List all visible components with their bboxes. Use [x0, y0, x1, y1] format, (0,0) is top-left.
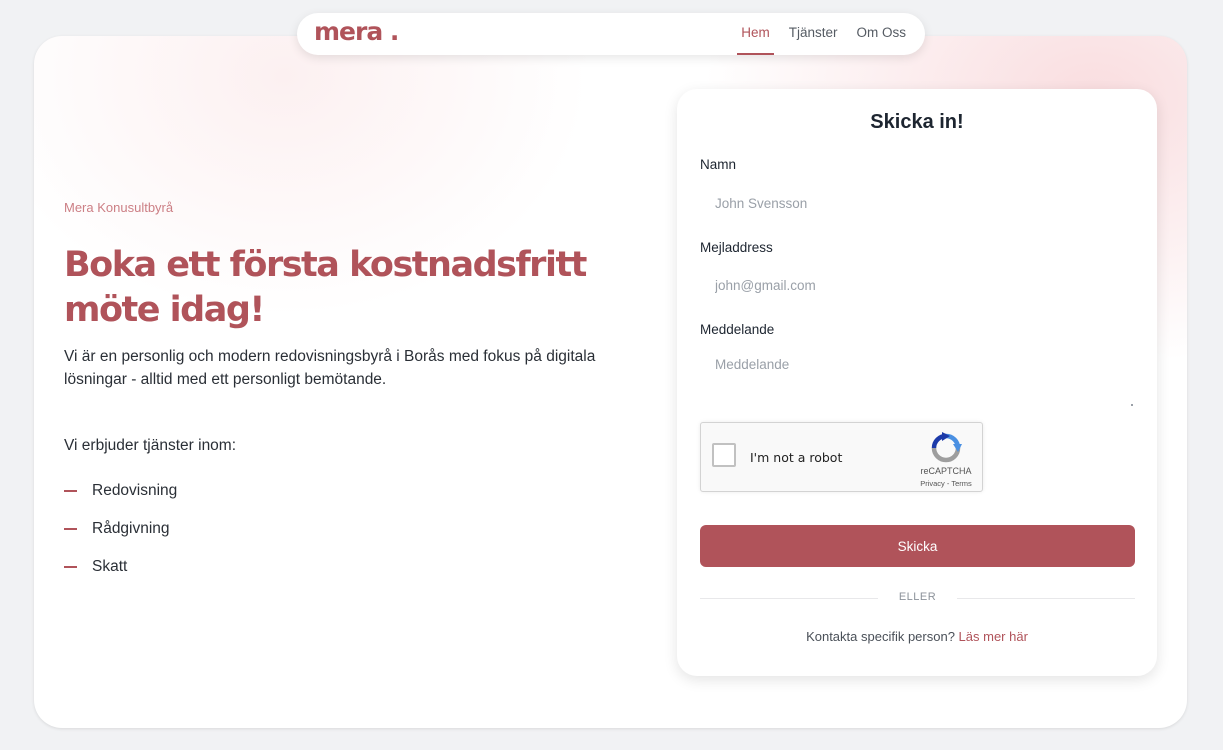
- recaptcha-widget: I'm not a robot reCAPTCHA Privacy - Term…: [700, 422, 983, 492]
- message-textarea[interactable]: [700, 354, 1135, 408]
- service-item-radgivning: Rådgivning: [64, 510, 177, 548]
- contact-form-card: Skicka in! Namn Mejladdress Meddelande I…: [677, 89, 1157, 676]
- contact-line: Kontakta specifik person? Läs mer här: [677, 629, 1157, 644]
- service-item-redovisning: Redovisning: [64, 472, 177, 510]
- service-item-skatt: Skatt: [64, 548, 177, 586]
- hero-description: Vi är en personlig och modern redovisnin…: [64, 348, 596, 388]
- recaptcha-links: Privacy - Terms: [906, 479, 986, 488]
- nav-link-om-oss[interactable]: Om Oss: [857, 13, 907, 55]
- submit-button[interactable]: Skicka: [700, 525, 1135, 567]
- recaptcha-terms-link[interactable]: Terms: [951, 479, 971, 488]
- dash-icon: [64, 528, 77, 530]
- recaptcha-brand: reCAPTCHA: [920, 466, 972, 476]
- nav-link-tjanster[interactable]: Tjänster: [789, 13, 838, 55]
- email-label: Mejladdress: [700, 240, 773, 255]
- nav-link-hem[interactable]: Hem: [737, 13, 774, 55]
- recaptcha-checkbox[interactable]: [712, 443, 736, 467]
- top-navbar: mera . Hem Tjänster Om Oss: [297, 13, 925, 55]
- message-label: Meddelande: [700, 322, 775, 337]
- nav-links: Hem Tjänster Om Oss: [737, 13, 907, 55]
- name-input[interactable]: [700, 186, 1135, 220]
- contact-text: Kontakta specifik person?: [806, 629, 959, 644]
- recaptcha-label: I'm not a robot: [750, 450, 843, 465]
- or-divider: ELLER: [700, 591, 1135, 605]
- logo[interactable]: mera .: [314, 17, 399, 46]
- service-label: Skatt: [92, 558, 128, 575]
- name-label: Namn: [700, 157, 737, 172]
- hero-title: Boka ett första kostnadsfritt möte idag!: [64, 245, 587, 330]
- service-label: Rådgivning: [92, 520, 170, 537]
- resize-handle-icon[interactable]: [1131, 404, 1133, 406]
- dash-icon: [64, 490, 77, 492]
- services-list: Redovisning Rådgivning Skatt: [64, 472, 177, 586]
- dash-icon: [64, 566, 77, 568]
- read-more-link[interactable]: Läs mer här: [959, 629, 1028, 644]
- email-input[interactable]: [700, 268, 1135, 302]
- services-intro: Vi erbjuder tjänster inom:: [64, 437, 237, 454]
- hero-eyebrow: Mera Konusultbyrå: [64, 200, 174, 215]
- service-label: Redovisning: [92, 482, 178, 499]
- form-title: Skicka in!: [870, 111, 964, 133]
- recaptcha-logo-icon: [931, 432, 962, 463]
- divider-text: ELLER: [898, 591, 937, 603]
- recaptcha-privacy-link[interactable]: Privacy: [920, 479, 945, 488]
